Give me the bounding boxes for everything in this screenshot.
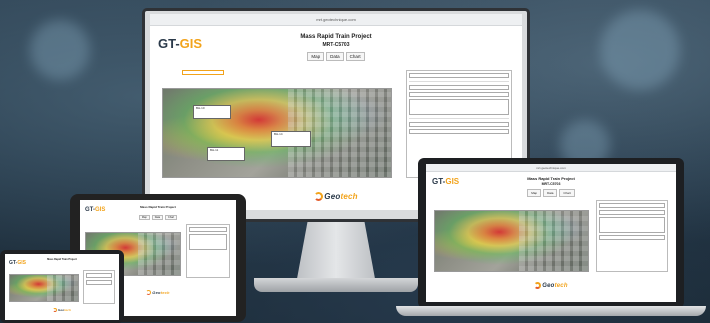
url-text: mrt.geotechnique.com [536,165,566,170]
page-subtitle: MRT-C5703 [541,182,561,186]
logo-swirl-icon [534,282,542,289]
detail-panel [596,200,668,272]
map-rooftops [47,275,78,301]
url-text: mrt.geotechnique.com [316,16,356,22]
filter-row [160,70,395,91]
detail-textarea[interactable] [409,99,509,115]
divider [409,81,509,82]
map-view[interactable]: BH-10 BH-14 BH-11 [162,88,392,178]
page-subtitle: MRT-C5703 [322,42,350,48]
logo-text: Geotech [324,192,358,201]
tab-data[interactable]: Data [326,52,344,61]
detail-field[interactable] [599,210,665,215]
detail-field[interactable] [599,235,665,240]
laptop-screen: mrt.geotechnique.com GT-GIS Mass Rapid T… [426,164,676,302]
detail-field[interactable] [86,273,112,278]
tab-map[interactable]: Map [307,52,325,61]
popup-label: BH-11 [210,148,219,152]
map-popup[interactable]: BH-11 [207,147,245,161]
web-page: GT-GIS Mass Rapid Train Project Geotech [5,254,119,320]
page-title: Mass Rapid Train Project [527,176,575,181]
detail-panel [83,270,115,304]
laptop-device: mrt.geotechnique.com GT-GIS Mass Rapid T… [396,158,706,323]
phone-device: GT-GIS Mass Rapid Train Project Geotech [0,250,124,323]
divider [409,118,509,119]
detail-field[interactable] [409,92,509,97]
logo-swirl-icon [146,290,152,295]
background-bokeh [30,20,90,80]
address-bar[interactable]: mrt.geotechnique.com [426,164,676,173]
view-tabs: Map Data Chart [150,52,522,61]
view-tabs: Map Data Chart [80,215,236,220]
tab-chart[interactable]: Chart [345,52,365,61]
detail-field[interactable] [409,129,509,134]
detail-field[interactable] [599,203,665,208]
tab-data[interactable]: Data [151,215,164,220]
laptop-base [396,306,706,316]
view-tabs: Map Data Chart [426,189,676,197]
map-popup[interactable]: BH-14 [271,131,311,147]
map-view[interactable] [434,210,589,272]
map-view[interactable] [9,274,79,302]
background-bokeh [600,10,680,90]
monitor-base [254,278,418,292]
page-title: Mass Rapid Train Project [47,258,77,261]
phone-screen: GT-GIS Mass Rapid Train Project Geotech [5,254,119,320]
filter-chip[interactable] [182,70,224,75]
tab-map[interactable]: Map [138,215,150,220]
map-popup[interactable]: BH-10 [193,105,231,119]
tab-map[interactable]: Map [527,189,542,197]
detail-textarea[interactable] [189,234,227,250]
address-bar[interactable]: mrt.geotechnique.com [150,14,522,26]
tab-data[interactable]: Data [543,189,558,197]
popup-label: BH-14 [274,132,283,136]
detail-field[interactable] [86,280,112,285]
page-title: Mass Rapid Train Project [140,205,176,209]
tab-chart[interactable]: Chart [165,215,178,220]
popup-label: BH-10 [196,106,205,110]
logo-text: Geotech [152,290,170,295]
web-page: mrt.geotechnique.com GT-GIS Mass Rapid T… [426,164,676,302]
logo-text: Geotech [57,308,72,312]
detail-field[interactable] [189,227,227,232]
logo-text: Geotech [542,282,568,289]
footer-logo: Geotech [5,308,119,312]
detail-field[interactable] [409,122,509,127]
detail-textarea[interactable] [599,217,665,233]
detail-panel [186,224,230,278]
map-rooftops [519,211,588,271]
detail-field[interactable] [409,85,509,90]
footer-logo: Geotech [426,282,676,289]
monitor-stand [296,220,376,282]
detail-select[interactable] [409,73,509,78]
map-rooftops [137,233,180,275]
logo-swirl-icon [52,308,57,312]
page-title: Mass Rapid Train Project [300,34,372,40]
logo-swirl-icon [314,192,324,201]
tab-chart[interactable]: Chart [559,189,575,197]
